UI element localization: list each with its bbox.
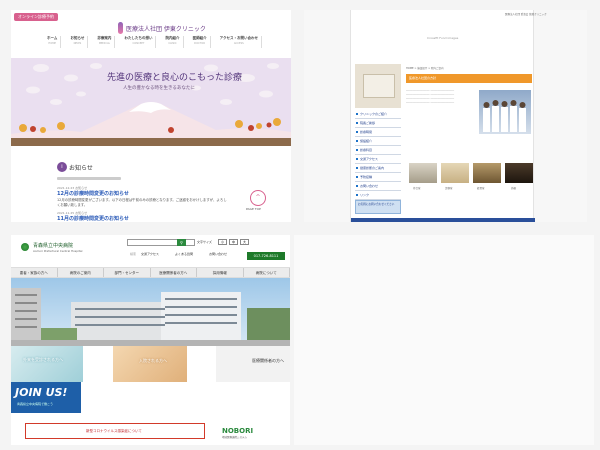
nav-item[interactable]: 採用情報 (197, 268, 244, 277)
sidebar-item[interactable]: 予防接種 (355, 173, 401, 182)
sidebar-item[interactable]: 院長ご挨拶 (355, 119, 401, 128)
clinic-logo-icon (118, 22, 123, 34)
sidebar-image (355, 64, 401, 108)
facility-thumbnail[interactable] (505, 163, 533, 183)
nav-item[interactable]: 患者・家族の方へ (11, 268, 58, 277)
thumbnail-caption: 診察室 (445, 187, 453, 190)
nav-item-doctor[interactable]: 医師紹介 DOCTOR (190, 36, 211, 48)
hospital-site-screenshot: 青森県立中央病院 Aomori Prefectural Central Hosp… (11, 235, 290, 445)
section-header: 医療法人社団の方針 (406, 74, 532, 83)
nav-item-concept[interactable]: わたしたちの想い CONCEPT (121, 36, 157, 48)
main-nav: ホーム HOME お知らせ NEWS 診療案内 MEDICAL わたしたちの想い CON… (44, 36, 262, 48)
covid-notice-banner[interactable]: 新型コロナウイルス感染症について (25, 423, 205, 439)
news-divider (57, 177, 121, 180)
sidebar-item[interactable]: 診療科目 (355, 146, 401, 155)
recruit-banner[interactable]: JOIN US! 青森県立中央病院で働こう (11, 382, 81, 413)
news-item-text: 12月の診療時間変更がございます。以下の日程は午前のみの診療となります。ご迷惑を… (57, 198, 227, 207)
page-top-button[interactable]: ^ (250, 190, 266, 206)
access-link[interactable]: 交通アクセス (141, 252, 159, 256)
sidebar-item[interactable]: 診療時間 (355, 128, 401, 137)
page-top-label: PAGE TOP (246, 207, 261, 211)
sidebar-item[interactable]: クリニックのご紹介 (355, 110, 401, 119)
clinic-logo[interactable]: 医療法人社団 伊東クリニック (118, 22, 206, 36)
clinic-name: 医療法人社団 伊東クリニック (126, 26, 206, 33)
hero-catchphrase: 先進の医療と良心のこもった診療 (107, 73, 243, 83)
font-size-large-button[interactable]: 大 (240, 239, 249, 245)
clinic-site-screenshot-2: 医療法人社団 愛清会 佐藤クリニック Crossfit Fund images … (304, 10, 587, 222)
sidebar-item[interactable]: 交通アクセス (355, 155, 401, 164)
search-button[interactable]: ⚲ (177, 239, 186, 246)
card-outpatient[interactable]: 外来を受診される方へ (11, 346, 83, 382)
nav-item[interactable]: 医療関係者の方へ (151, 268, 197, 277)
thumbnail-caption: 待合室 (413, 187, 421, 190)
facility-thumbnail[interactable] (473, 163, 501, 183)
facility-thumbnail[interactable] (441, 163, 469, 183)
nav-item[interactable]: 部門・センター (104, 268, 151, 277)
sidebar-item[interactable]: 施設紹介 (355, 137, 401, 146)
news-icon: i (57, 162, 67, 172)
join-title: JOIN US! (15, 386, 68, 399)
facility-thumbnail[interactable] (409, 163, 437, 183)
staff-photo (479, 90, 531, 134)
nav-item[interactable]: 病院について (244, 268, 290, 277)
sidebar-item[interactable]: お問い合わせ (355, 182, 401, 191)
contact-link[interactable]: お問い合わせ (209, 252, 227, 256)
tel-button[interactable]: 017-726-8111 (247, 252, 285, 260)
join-subtitle: 青森県立中央病院で働こう (17, 402, 54, 406)
nav-item-medical[interactable]: 診療案内 MEDICAL (94, 36, 116, 48)
nav-item[interactable]: 病院のご案内 (58, 268, 104, 277)
global-nav: 患者・家族の方へ 病院のご案内 部門・センター 医療関係者の方へ 採用情報 病院… (11, 267, 290, 278)
hospital-name[interactable]: 青森県立中央病院 (33, 242, 73, 249)
breadcrumb[interactable]: HOME > 施設紹介 > 院内ご案内 (406, 66, 443, 70)
hero-hospital-photo (11, 278, 290, 346)
thumbnail-caption: 処置室 (477, 187, 485, 190)
hospital-logo-icon (21, 243, 29, 251)
hospital-building-illustration (11, 288, 290, 346)
news-title: お知らせ (69, 165, 93, 172)
font-size-small-button[interactable]: 小 (218, 239, 227, 245)
news-item-title[interactable]: 12月の診療時間変更のお知らせ (57, 190, 129, 197)
sidebar-item[interactable]: 健康診断のご案内 (355, 164, 401, 173)
hospital-subname: Aomori Prefectural Central Hospital (33, 249, 83, 253)
faq-link[interactable]: よくある質問 (175, 252, 193, 256)
clinic-site-screenshot: オンライン診療予約 医療法人社団 伊東クリニック ホーム HOME お知らせ NEW… (11, 10, 291, 222)
header-image-alt: Crossfit Fund images (427, 36, 459, 40)
font-size-medium-button[interactable]: 中 (229, 239, 238, 245)
header-text: 医療法人社団 愛清会 佐藤クリニック (505, 13, 547, 16)
contact-banner[interactable]: お気軽にお問い合わせください (355, 200, 401, 214)
nobori-logo[interactable]: NOBORI (222, 427, 253, 435)
online-booking-button[interactable]: オンライン診療予約 (14, 13, 58, 21)
nav-item-access[interactable]: アクセス・お問い合わせ ACCESS (217, 36, 262, 48)
page-container: 医療法人社団 愛清会 佐藤クリニック Crossfit Fund images … (350, 10, 547, 222)
nobori-caption: 地域医療連携システム (222, 436, 247, 439)
footer-bar (351, 218, 535, 222)
font-size-label: 文字サイズ (197, 240, 212, 244)
thumbnail-caption: 外観 (511, 187, 517, 190)
card-medical-professionals[interactable]: 医療関係者の方へ (216, 346, 290, 382)
sidebar-item[interactable]: リンク (355, 191, 401, 200)
hero-banner: 先進の医療と良心のこもった診療 人生の豊かなる時を生きるあなたに (11, 58, 291, 146)
card-inpatient[interactable]: 入院される方へ (113, 346, 187, 382)
body-text-placeholder: ────────────── ────────────── ──────────… (406, 88, 455, 104)
nav-item-home[interactable]: ホーム HOME (44, 36, 62, 48)
news-item-title[interactable]: 11月の診療時間変更のお知らせ (57, 215, 129, 222)
hero-subtext: 人生の豊かなる時を生きるあなたに (123, 86, 195, 91)
nav-item-news[interactable]: お知らせ NEWS (67, 36, 89, 48)
empty-panel (294, 235, 594, 445)
nav-item-clinic[interactable]: 院内紹介 CLINIC (163, 36, 184, 48)
